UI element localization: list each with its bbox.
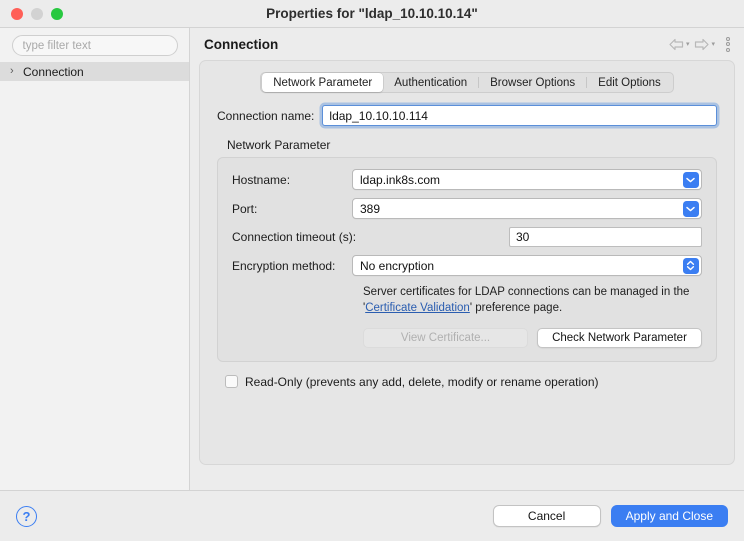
apply-and-close-button[interactable]: Apply and Close xyxy=(610,505,728,527)
connection-name-input[interactable]: ldap_10.10.10.114 xyxy=(322,105,717,126)
check-network-parameter-button[interactable]: Check Network Parameter xyxy=(537,327,702,348)
sidebar: › Connection xyxy=(0,28,190,490)
cancel-button[interactable]: Cancel xyxy=(492,505,601,527)
hostname-combobox[interactable]: ldap.ink8s.com xyxy=(352,169,702,190)
encryption-stepper-icon[interactable] xyxy=(682,257,699,274)
window-controls xyxy=(0,7,63,20)
encryption-value: No encryption xyxy=(360,258,435,273)
certificate-note-line2: 'Certificate Validation' preference page… xyxy=(363,300,702,316)
chevron-down-icon xyxy=(686,177,695,182)
certificate-button-row: View Certificate... Check Network Parame… xyxy=(363,327,702,348)
back-nav-group[interactable]: ▾ xyxy=(669,38,690,51)
hostname-label: Hostname: xyxy=(232,172,291,187)
back-dropdown-caret[interactable]: ▾ xyxy=(686,41,690,48)
page-header: Connection ▾ ▾ xyxy=(199,28,735,60)
hostname-dropdown-icon[interactable] xyxy=(682,171,699,188)
encryption-select[interactable]: No encryption xyxy=(352,255,702,276)
certificate-note-line1: Server certificates for LDAP connections… xyxy=(363,286,690,298)
tab-group: Network Parameter Authentication Browser… xyxy=(260,72,674,93)
timeout-row: Connection timeout (s): 30 xyxy=(232,227,702,247)
chevron-right-icon[interactable]: › xyxy=(10,66,23,77)
hostname-row: Hostname: ldap.ink8s.com xyxy=(232,169,702,190)
footer-buttons: Cancel Apply and Close xyxy=(492,505,728,527)
chevron-up-down-icon xyxy=(686,260,695,271)
tab-authentication[interactable]: Authentication xyxy=(383,73,478,92)
sidebar-item-label: Connection xyxy=(23,64,84,79)
port-combobox[interactable]: 389 xyxy=(352,198,702,219)
tab-bar: Network Parameter Authentication Browser… xyxy=(214,72,720,93)
minimize-button[interactable] xyxy=(31,7,43,20)
kebab-dot xyxy=(726,47,730,52)
close-button[interactable] xyxy=(11,7,23,20)
page-title: Connection xyxy=(204,36,279,52)
tab-browser-options[interactable]: Browser Options xyxy=(479,73,586,92)
note-suffix: ' preference page. xyxy=(469,302,563,315)
dialog-body: › Connection Connection ▾ xyxy=(0,28,744,490)
network-parameter-group-title: Network Parameter xyxy=(227,138,331,152)
network-parameter-group: Hostname: ldap.ink8s.com Port: 389 Conne… xyxy=(217,157,717,362)
content-pane: Connection ▾ ▾ Network Parameter Authent… xyxy=(190,28,744,490)
tab-network-parameter[interactable]: Network Parameter xyxy=(262,73,384,92)
connection-name-label: Connection name: xyxy=(217,108,315,123)
chevron-down-icon xyxy=(686,206,695,211)
port-label: Port: xyxy=(232,201,258,216)
tab-edit-options[interactable]: Edit Options xyxy=(587,73,672,92)
encryption-row: Encryption method: No encryption xyxy=(232,255,702,276)
help-icon[interactable]: ? xyxy=(16,505,37,527)
certificate-note: Server certificates for LDAP connections… xyxy=(363,284,702,317)
dialog-footer: ? Cancel Apply and Close xyxy=(0,490,744,541)
filter-input[interactable] xyxy=(11,35,178,56)
certificate-validation-link[interactable]: Certificate Validation xyxy=(365,302,470,314)
forward-nav-group[interactable]: ▾ xyxy=(694,38,715,51)
forward-arrow-icon[interactable] xyxy=(694,38,710,51)
forward-dropdown-caret[interactable]: ▾ xyxy=(711,41,715,48)
maximize-button[interactable] xyxy=(51,7,63,20)
kebab-dot xyxy=(726,42,730,46)
back-arrow-icon[interactable] xyxy=(669,38,684,51)
read-only-label: Read-Only (prevents any add, delete, mod… xyxy=(245,374,599,389)
window-title: Properties for "ldap_10.10.10.14" xyxy=(266,6,478,21)
properties-dialog: Properties for "ldap_10.10.10.14" › Conn… xyxy=(0,0,744,541)
port-value: 389 xyxy=(360,201,381,216)
read-only-checkbox[interactable] xyxy=(225,375,238,389)
read-only-row[interactable]: Read-Only (prevents any add, delete, mod… xyxy=(225,375,720,389)
encryption-label: Encryption method: xyxy=(232,258,336,273)
kebab-menu-icon[interactable] xyxy=(726,36,730,52)
port-row: Port: 389 xyxy=(232,198,702,219)
kebab-dot xyxy=(726,36,730,41)
port-dropdown-icon[interactable] xyxy=(682,200,699,217)
sidebar-item-connection[interactable]: › Connection xyxy=(0,62,189,81)
timeout-label: Connection timeout (s): xyxy=(232,230,357,244)
title-bar: Properties for "ldap_10.10.10.14" xyxy=(0,0,744,28)
settings-panel: Network Parameter Authentication Browser… xyxy=(199,60,735,465)
hostname-value: ldap.ink8s.com xyxy=(360,172,441,187)
view-certificate-button[interactable]: View Certificate... xyxy=(363,327,528,348)
connection-name-row: Connection name: ldap_10.10.10.114 xyxy=(217,105,717,126)
header-toolbar: ▾ ▾ xyxy=(669,36,732,52)
timeout-input[interactable]: 30 xyxy=(509,227,702,247)
